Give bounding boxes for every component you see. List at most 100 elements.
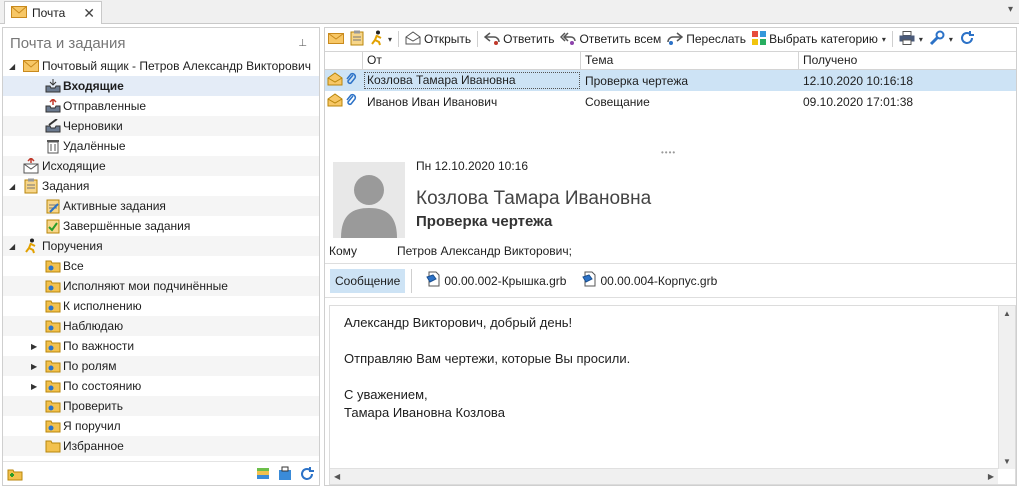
column-header-from[interactable]: От: [363, 52, 581, 69]
tree-item-label: Удалённые: [63, 139, 126, 153]
message-body-text: Александр Викторович, добрый день! Отпра…: [344, 314, 630, 422]
body-line: Отправляю Вам чертежи, которые Вы просил…: [344, 351, 631, 366]
tree-item-label: Завершённые задания: [63, 219, 191, 233]
tree-item[interactable]: ▶ По состоянию: [3, 376, 319, 396]
add-folder-icon[interactable]: [7, 466, 23, 482]
tree-expander-icon[interactable]: ◢: [9, 182, 15, 191]
tree-item-label: Исполняют мои подчинённые: [63, 279, 228, 293]
scroll-down-arrow[interactable]: ▼: [1003, 457, 1011, 466]
tab-close-icon[interactable]: ✕: [83, 5, 95, 22]
scroll-left-arrow[interactable]: ◀: [334, 472, 340, 481]
refresh-icon[interactable]: [299, 466, 315, 482]
print-button[interactable]: ▾: [896, 29, 926, 49]
tree-item[interactable]: Отправленные: [3, 96, 319, 116]
tree-item[interactable]: Проверить: [3, 396, 319, 416]
tree-item[interactable]: Исполняют мои подчинённые: [3, 276, 319, 296]
folder-icon: [45, 258, 61, 274]
select-category-button[interactable]: Выбрать категорию ▾: [749, 29, 889, 49]
done-tasks-icon: [45, 218, 61, 234]
tab-list-dropdown[interactable]: ▾: [1008, 4, 1013, 15]
message-body[interactable]: Александр Викторович, добрый день! Отпра…: [329, 305, 1016, 485]
attachment-file[interactable]: 00.00.002-Крышка.grb: [426, 271, 566, 290]
tree-item[interactable]: Наблюдаю: [3, 316, 319, 336]
tree-item[interactable]: Исходящие: [3, 156, 319, 176]
recipient-label: Кому: [329, 244, 358, 258]
tree-expander-icon[interactable]: ▶: [31, 382, 37, 391]
reply-all-button-label: Ответить всем: [579, 32, 662, 46]
tree-item[interactable]: ◢ Почтовый ящик - Петров Александр Виктор…: [3, 56, 319, 76]
reply-all-button[interactable]: Ответить всем: [557, 29, 664, 49]
message-row[interactable]: Козлова Тамара Ивановна Проверка чертежа…: [325, 70, 1016, 91]
tab-mail-label: Почта: [32, 6, 66, 20]
message-subject: Проверка чертежа: [585, 73, 689, 88]
sent-icon: [45, 98, 61, 114]
message-subject: Совещание: [585, 94, 650, 109]
message-status-icons: [325, 72, 363, 89]
envelope-icon: [11, 5, 27, 21]
settings-button[interactable]: ▾: [926, 29, 956, 49]
folder-icon: [45, 398, 61, 414]
toolbar-separator: [398, 31, 400, 47]
open-button[interactable]: Открыть: [402, 29, 474, 49]
reply-button[interactable]: Ответить: [481, 29, 557, 49]
refresh-button[interactable]: [956, 29, 978, 49]
tree-item[interactable]: Все: [3, 256, 319, 276]
scroll-up-arrow[interactable]: ▲: [1003, 309, 1011, 318]
folder-icon: [45, 318, 61, 334]
new-task-button[interactable]: [347, 29, 367, 49]
tree-item-label: Поручения: [42, 239, 103, 253]
attachment-file[interactable]: 00.00.004-Корпус.grb: [582, 271, 717, 290]
attachment-bar: Сообщение 00.00.002-Крышка.grb 00.00.004…: [325, 263, 1016, 298]
tree-item[interactable]: Избранное: [3, 436, 319, 456]
body-line: С уважением,: [344, 387, 428, 402]
tab-mail[interactable]: Почта ✕: [4, 1, 102, 24]
tree-item[interactable]: ◢ Поручения: [3, 236, 319, 256]
tree-item-label: По ролям: [63, 359, 117, 373]
tree-expander-icon[interactable]: ◢: [9, 242, 15, 251]
tree-item[interactable]: К исполнению: [3, 296, 319, 316]
attachment-file-name: 00.00.002-Крышка.grb: [444, 273, 567, 288]
tree-item[interactable]: Завершённые задания: [3, 216, 319, 236]
column-header-subject[interactable]: Тема: [581, 52, 799, 69]
tree-item-label: Я поручил: [63, 419, 121, 433]
archive-icon[interactable]: [277, 466, 293, 482]
folder-icon: [45, 358, 61, 374]
stack-icon[interactable]: [255, 466, 271, 482]
message-list-header: От Тема Получено: [325, 52, 1016, 70]
pin-icon[interactable]: ⊥: [298, 38, 307, 49]
tree-item[interactable]: Черновики: [3, 116, 319, 136]
assignment-button[interactable]: ▾: [367, 29, 395, 49]
tree-expander-icon[interactable]: ▶: [31, 362, 37, 371]
forward-button[interactable]: Переслать: [664, 29, 749, 49]
open-button-label: Открыть: [424, 32, 472, 46]
tree-expander-icon[interactable]: ◢: [9, 62, 15, 71]
body-line: [344, 332, 630, 350]
message-row[interactable]: Иванов Иван Иванович Совещание 09.10.202…: [325, 91, 1016, 112]
assignments-icon: [23, 238, 39, 254]
tree-item[interactable]: Входящие: [3, 76, 319, 96]
message-body-tab[interactable]: Сообщение: [330, 268, 406, 293]
new-message-button[interactable]: [325, 29, 347, 49]
tree-item-label: Все: [63, 259, 84, 273]
tree-expander-icon[interactable]: ▶: [31, 342, 37, 351]
vertical-scrollbar[interactable]: ▲ ▼: [998, 306, 1015, 469]
sender-avatar: [333, 162, 405, 238]
navigation-panel-title: Почта и задания: [10, 35, 126, 52]
grb-file-icon: [582, 271, 596, 290]
tree-item[interactable]: Я поручил: [3, 416, 319, 436]
reply-all-icon: [560, 31, 577, 48]
tree-item[interactable]: ▶ По важности: [3, 336, 319, 356]
tree-item[interactable]: ◢ Задания: [3, 176, 319, 196]
column-header-icons[interactable]: [325, 52, 363, 69]
runner-icon: [370, 30, 384, 49]
tree-item[interactable]: Активные задания: [3, 196, 319, 216]
printer-icon: [899, 30, 915, 48]
column-header-received[interactable]: Получено: [799, 52, 1016, 69]
scroll-right-arrow[interactable]: ▶: [988, 472, 994, 481]
attachment-paperclip-icon: [345, 93, 357, 110]
tree-item-label: Отправленные: [63, 99, 147, 113]
horizontal-scrollbar[interactable]: ◀ ▶: [330, 468, 998, 484]
tree-item[interactable]: Удалённые: [3, 136, 319, 156]
folder-icon: [45, 298, 61, 314]
tree-item[interactable]: ▶ По ролям: [3, 356, 319, 376]
